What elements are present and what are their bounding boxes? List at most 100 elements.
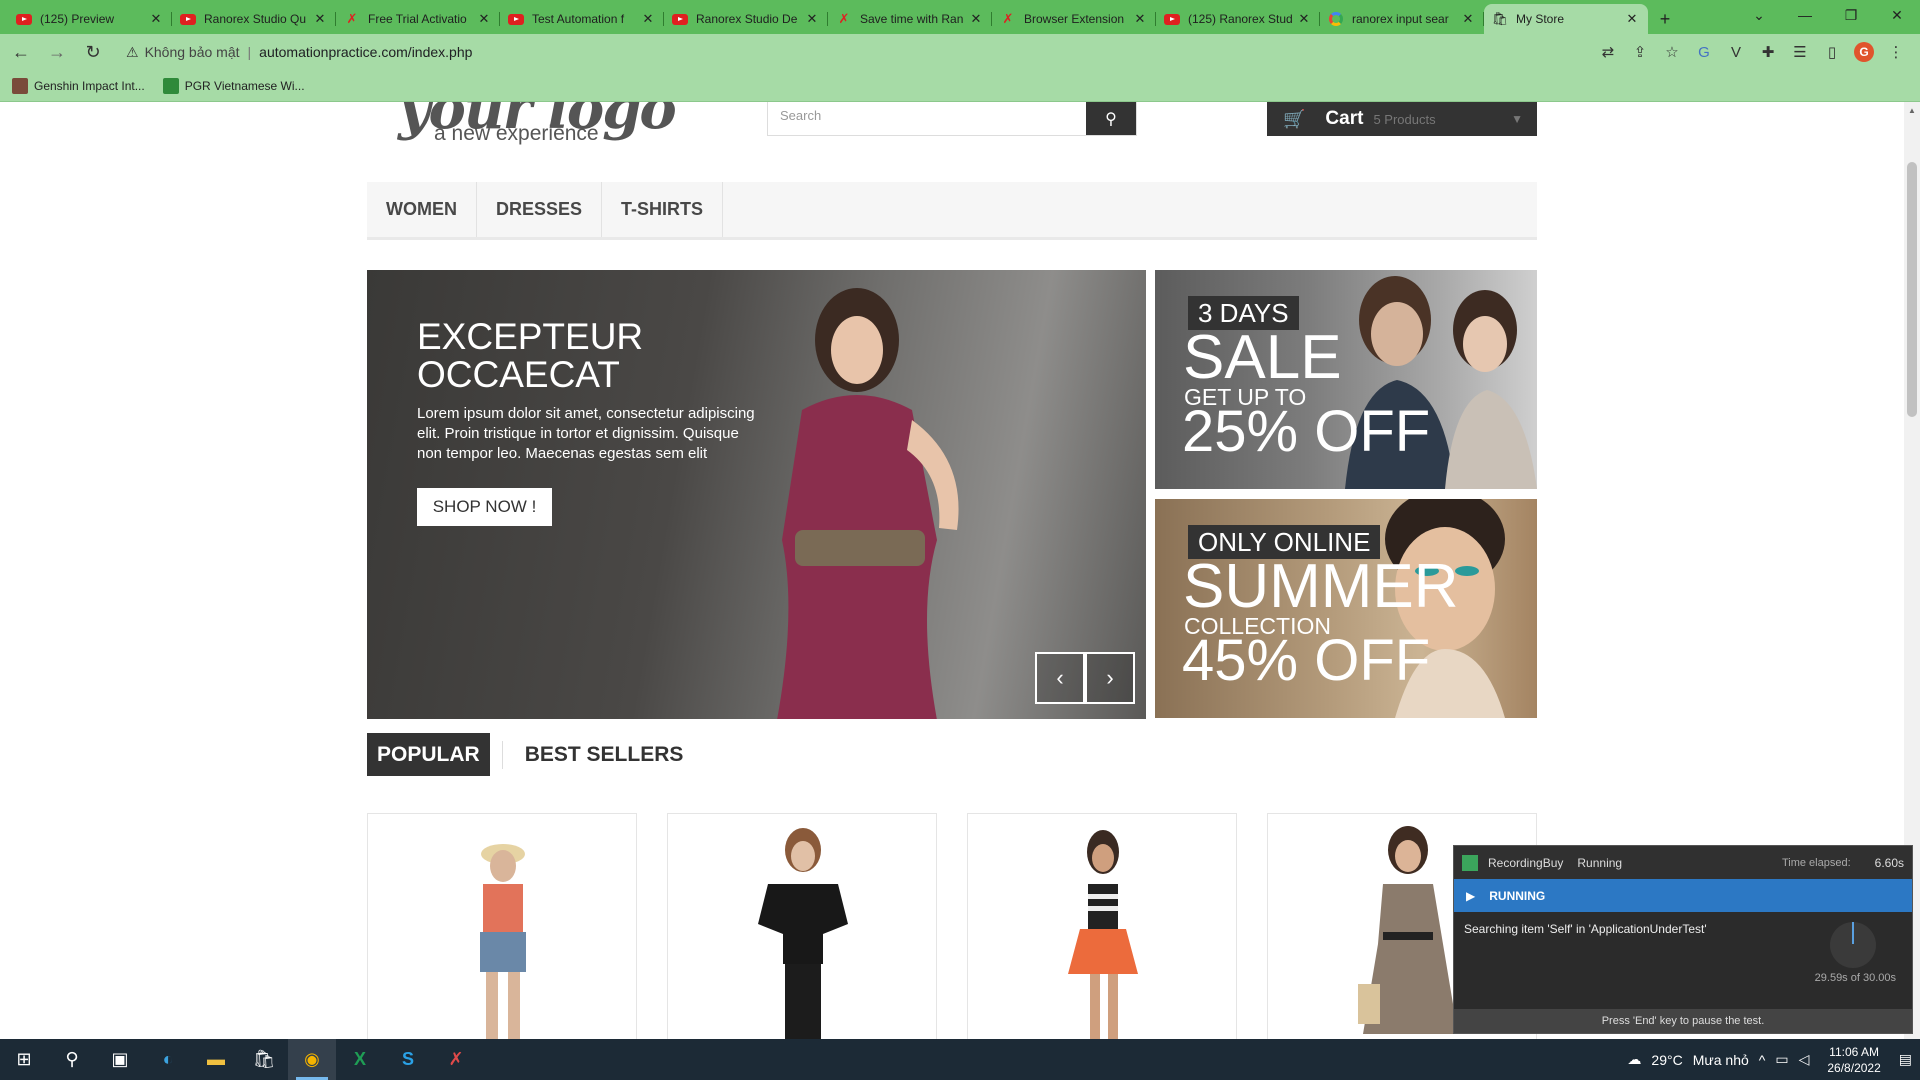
- weather-icon[interactable]: ☁: [1627, 1051, 1641, 1068]
- security-label[interactable]: Không bảo mật: [145, 44, 240, 60]
- browser-tab[interactable]: Test Automation f ✕: [500, 4, 664, 34]
- back-button[interactable]: ←: [6, 37, 36, 67]
- file-explorer-icon[interactable]: ▬: [192, 1039, 240, 1080]
- edge-icon[interactable]: ◐: [144, 1039, 192, 1080]
- search-icon[interactable]: ⚲: [48, 1039, 96, 1080]
- browser-tab[interactable]: ✗ Browser Extension ✕: [992, 4, 1156, 34]
- window-controls: ⌄ — ❐ ✕: [1736, 0, 1920, 30]
- menu-icon[interactable]: ⋮: [1886, 42, 1906, 62]
- close-icon[interactable]: ✕: [1460, 11, 1476, 27]
- profile-avatar[interactable]: G: [1854, 42, 1874, 62]
- tab-popular[interactable]: POPULAR: [367, 733, 490, 776]
- tab-title: Test Automation f: [532, 12, 625, 26]
- browser-tab[interactable]: ranorex input sear ✕: [1320, 4, 1484, 34]
- restore-button[interactable]: ❐: [1828, 0, 1874, 30]
- cart-label: Cart: [1325, 108, 1364, 129]
- star-icon[interactable]: ☆: [1662, 42, 1682, 62]
- close-icon[interactable]: ✕: [476, 11, 492, 27]
- bookmark-item[interactable]: Genshin Impact Int...: [12, 77, 145, 94]
- url-text[interactable]: automationpractice.com/index.php: [259, 44, 472, 60]
- ranorex-icon[interactable]: ✗: [432, 1039, 480, 1080]
- close-icon[interactable]: ✕: [1132, 11, 1148, 27]
- extension-v-icon[interactable]: V: [1726, 42, 1746, 62]
- clock[interactable]: 11:06 AM 26/8/2022: [1827, 1044, 1880, 1076]
- bookmark-item[interactable]: PGR Vietnamese Wi...: [162, 77, 305, 94]
- sale-banner[interactable]: 3 DAYS SALE GET UP TO 25% OFF: [1155, 270, 1537, 489]
- hero-slider: EXCEPTEUR OCCAECAT Lorem ipsum dolor sit…: [367, 270, 1146, 719]
- weather-label[interactable]: Mưa nhỏ: [1693, 1052, 1749, 1068]
- search-button[interactable]: ⚲: [1086, 102, 1136, 135]
- slider-next-button[interactable]: ›: [1085, 652, 1135, 704]
- system-tray: ☁ 29°C Mưa nhỏ ^ ▭ ◁ 11:06 AM 26/8/2022 …: [1627, 1044, 1912, 1076]
- close-icon[interactable]: ✕: [1624, 11, 1640, 27]
- reload-button[interactable]: ↻: [78, 37, 108, 67]
- banner-discount: 45% OFF: [1182, 628, 1431, 693]
- ranorex-icon: [1462, 854, 1478, 871]
- divider: [501, 740, 503, 769]
- windows-taskbar: ⊞ ⚲ ▣ ◐ ▬ 🛍 ◉ X S ✗ ☁ 29°C Mưa nhỏ ^ ▭ ◁…: [0, 1039, 1920, 1080]
- reading-list-icon[interactable]: ☰: [1790, 42, 1810, 62]
- forward-button[interactable]: →: [42, 37, 72, 67]
- new-tab-button[interactable]: +: [1648, 4, 1682, 34]
- tab-best-sellers[interactable]: BEST SELLERS: [515, 733, 694, 776]
- scrollbar-thumb[interactable]: [1907, 162, 1917, 417]
- main-menu: WOMEN DRESSES T-SHIRTS: [367, 182, 1537, 240]
- play-icon: ▶: [1466, 888, 1476, 903]
- browser-tab[interactable]: ✗ Save time with Ran ✕: [828, 4, 992, 34]
- minimize-button[interactable]: —: [1782, 0, 1828, 30]
- close-icon[interactable]: ✕: [804, 11, 820, 27]
- close-icon[interactable]: ✕: [968, 11, 984, 27]
- share-icon[interactable]: ⇪: [1630, 42, 1650, 62]
- tab-title: (125) Preview: [40, 12, 115, 26]
- product-card[interactable]: [367, 813, 637, 1039]
- tab-search-icon[interactable]: ⌄: [1736, 0, 1782, 30]
- running-bar: ▶ RUNNING: [1454, 879, 1912, 912]
- store-logo[interactable]: your logo a new experience: [398, 102, 678, 146]
- extension-translate-icon[interactable]: G: [1694, 42, 1714, 62]
- windows-start-icon[interactable]: ⊞: [0, 1039, 48, 1080]
- tab-title: My Store: [1516, 12, 1565, 26]
- summer-banner[interactable]: ONLY ONLINE SUMMER COLLECTION 45% OFF: [1155, 499, 1537, 718]
- cart-icon: 🛒: [1283, 108, 1306, 129]
- close-icon[interactable]: ✕: [148, 11, 164, 27]
- network-icon[interactable]: ▭: [1775, 1051, 1788, 1068]
- shop-now-button[interactable]: SHOP NOW !: [417, 488, 552, 526]
- close-icon[interactable]: ✕: [312, 11, 328, 27]
- excel-icon[interactable]: X: [336, 1039, 384, 1080]
- browser-tab-active[interactable]: 🛍 My Store ✕: [1484, 4, 1648, 34]
- temperature[interactable]: 29°C: [1651, 1052, 1682, 1068]
- slider-prev-button[interactable]: ‹: [1035, 652, 1085, 704]
- warning-icon[interactable]: ⚠: [126, 44, 139, 61]
- menu-item-tshirts[interactable]: T-SHIRTS: [602, 182, 724, 237]
- cart-button[interactable]: 🛒 Cart 5 Products ▼: [1267, 102, 1537, 136]
- browser-tab[interactable]: Ranorex Studio Qu ✕: [172, 4, 336, 34]
- puzzle-icon[interactable]: ✚: [1758, 42, 1778, 62]
- search-input[interactable]: Search: [768, 102, 1086, 135]
- browser-tab[interactable]: ✗ Free Trial Activatio ✕: [336, 4, 500, 34]
- divider: |: [247, 44, 252, 60]
- close-icon[interactable]: ✕: [1296, 11, 1312, 27]
- close-icon[interactable]: ✕: [640, 11, 656, 27]
- menu-item-dresses[interactable]: DRESSES: [477, 182, 603, 237]
- scroll-up-icon[interactable]: ▲: [1908, 106, 1916, 115]
- banner-headline: SALE: [1183, 323, 1342, 392]
- clock-date: 26/8/2022: [1827, 1060, 1881, 1075]
- notification-icon[interactable]: ▤: [1899, 1051, 1912, 1068]
- chevron-up-icon[interactable]: ^: [1759, 1052, 1766, 1068]
- product-card[interactable]: [967, 813, 1237, 1039]
- browser-tab[interactable]: (125) Preview ✕: [8, 4, 172, 34]
- close-window-button[interactable]: ✕: [1874, 0, 1920, 30]
- menu-item-women[interactable]: WOMEN: [367, 182, 477, 237]
- address-bar[interactable]: ⚠ Không bảo mật | automationpractice.com…: [122, 38, 1582, 66]
- store-icon[interactable]: 🛍: [240, 1039, 288, 1080]
- side-panel-icon[interactable]: ▯: [1822, 42, 1842, 62]
- skype-icon[interactable]: S: [384, 1039, 432, 1080]
- product-card[interactable]: [667, 813, 937, 1039]
- translate-icon[interactable]: ⇄: [1598, 42, 1618, 62]
- browser-tab[interactable]: Ranorex Studio De ✕: [664, 4, 828, 34]
- browser-tab[interactable]: (125) Ranorex Stud ✕: [1156, 4, 1320, 34]
- chevron-right-icon: ›: [1106, 665, 1114, 690]
- volume-icon[interactable]: ◁: [1799, 1051, 1810, 1068]
- chrome-icon[interactable]: ◉: [288, 1039, 336, 1080]
- task-view-icon[interactable]: ▣: [96, 1039, 144, 1080]
